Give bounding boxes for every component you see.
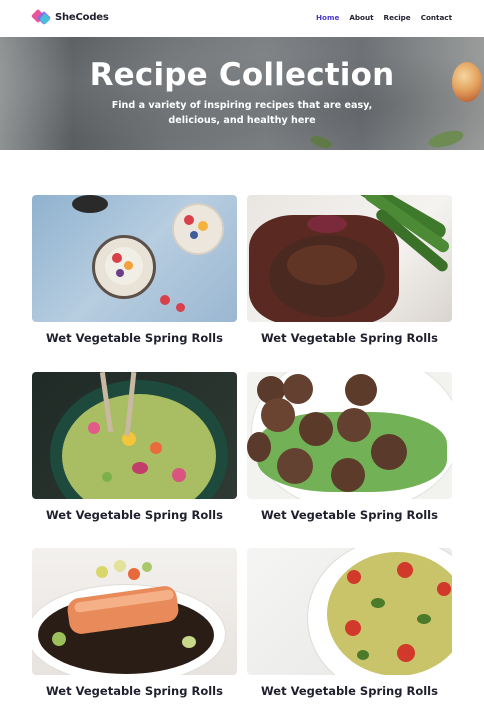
brand-logo[interactable]: SheCodes (30, 8, 109, 26)
navbar: SheCodes Home About Recipe Contact (0, 0, 484, 37)
hero-banner: Recipe Collection Find a variety of insp… (0, 37, 484, 150)
recipe-title[interactable]: Wet Vegetable Spring Rolls (247, 508, 452, 522)
recipe-image-steak[interactable] (247, 195, 452, 322)
recipe-title[interactable]: Wet Vegetable Spring Rolls (32, 508, 237, 522)
hero-title: Recipe Collection (89, 57, 395, 93)
leaf-decoration (426, 127, 466, 150)
recipe-card[interactable]: Wet Vegetable Spring Rolls (32, 548, 237, 698)
nav-link-home[interactable]: Home (316, 13, 339, 22)
recipe-image-meatballs[interactable] (247, 372, 452, 499)
nav-link-recipe[interactable]: Recipe (384, 13, 411, 22)
main-nav: Home About Recipe Contact (316, 13, 452, 22)
recipe-card[interactable]: Wet Vegetable Spring Rolls (247, 548, 452, 698)
recipe-title[interactable]: Wet Vegetable Spring Rolls (32, 684, 237, 698)
leaf-decoration (308, 133, 334, 150)
recipe-card[interactable]: Wet Vegetable Spring Rolls (247, 372, 452, 522)
recipe-title[interactable]: Wet Vegetable Spring Rolls (247, 331, 452, 345)
recipe-image-pasta-salad[interactable] (247, 548, 452, 675)
recipe-title[interactable]: Wet Vegetable Spring Rolls (32, 331, 237, 345)
recipe-title[interactable]: Wet Vegetable Spring Rolls (247, 684, 452, 698)
recipe-image-salmon[interactable] (32, 548, 237, 675)
recipe-image-yogurt-bowls[interactable] (32, 195, 237, 322)
brand-logo-icon (30, 8, 52, 26)
nav-link-about[interactable]: About (349, 13, 373, 22)
recipe-card[interactable]: Wet Vegetable Spring Rolls (32, 195, 237, 345)
nav-link-contact[interactable]: Contact (421, 13, 452, 22)
hero-subtitle: Find a variety of inspiring recipes that… (111, 100, 373, 126)
recipe-card[interactable]: Wet Vegetable Spring Rolls (32, 372, 237, 522)
recipe-card[interactable]: Wet Vegetable Spring Rolls (247, 195, 452, 345)
brand-name: SheCodes (55, 11, 109, 23)
recipe-image-salad-bowl[interactable] (32, 372, 237, 499)
